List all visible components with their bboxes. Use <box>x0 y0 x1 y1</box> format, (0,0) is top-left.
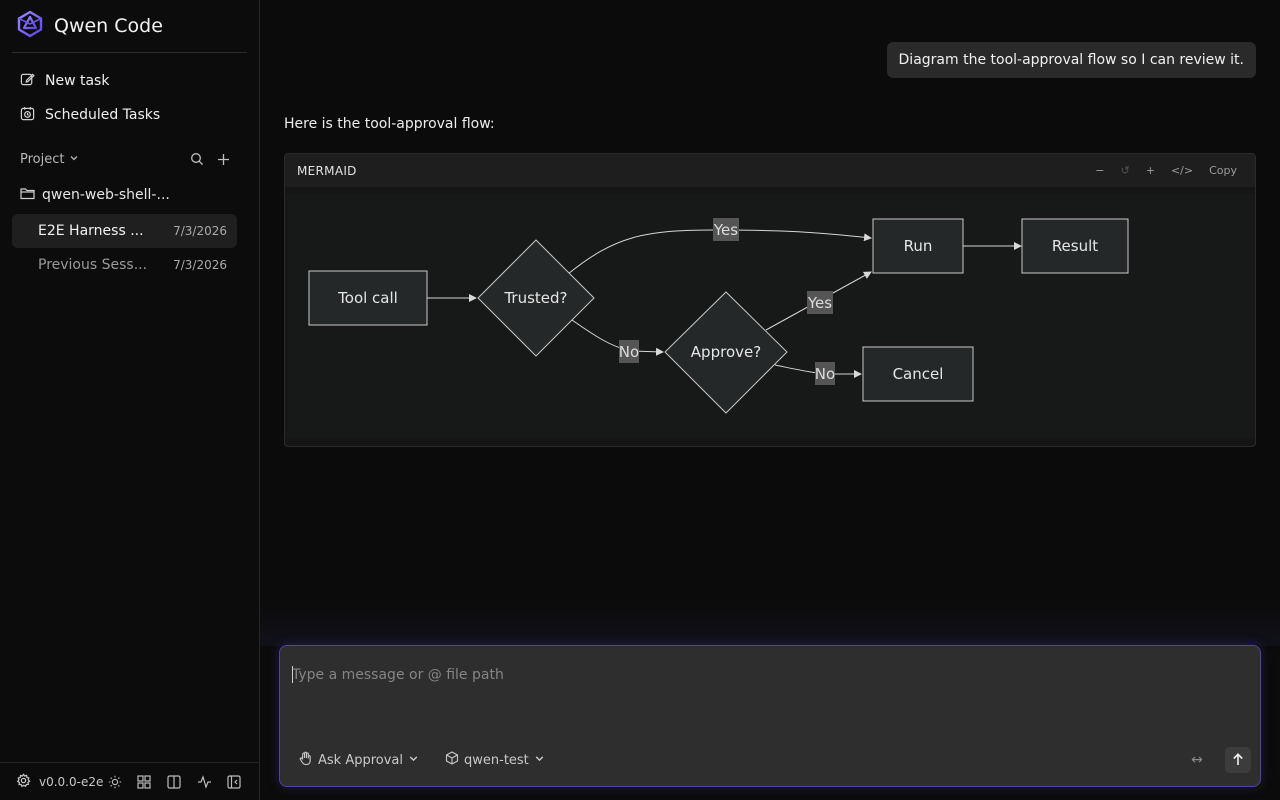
chevron-down-icon <box>69 152 79 167</box>
copy-button[interactable]: Copy <box>1209 164 1237 177</box>
mermaid-code-block: MERMAID − ↺ + </> Copy Tool call Trusted… <box>284 153 1256 447</box>
collapse-sidebar-icon[interactable] <box>225 773 243 791</box>
user-message-text: Diagram the tool-approval flow so I can … <box>898 52 1244 68</box>
theme-sun-icon[interactable] <box>106 773 124 791</box>
app-window: Qwen Code New task Scheduled Tasks Proje… <box>0 0 1280 800</box>
edge-trusted-approve <box>571 319 664 356</box>
search-icon[interactable] <box>184 148 210 170</box>
model-label: qwen-test <box>464 752 529 768</box>
sidebar: Qwen Code New task Scheduled Tasks Proje… <box>0 0 260 800</box>
divider <box>0 762 259 763</box>
split-view-icon[interactable] <box>165 773 183 791</box>
divider <box>12 52 247 53</box>
activity-icon[interactable] <box>195 773 213 791</box>
diagram-canvas: Tool call Trusted? Approve? Run Result C… <box>285 194 1255 438</box>
chevron-down-icon <box>408 753 419 768</box>
session-item[interactable]: Previous Sess... 7/3/2026 <box>12 248 237 282</box>
view-source-button[interactable]: </> <box>1171 164 1193 177</box>
send-button[interactable] <box>1225 747 1251 773</box>
cube-icon <box>445 751 459 769</box>
zoom-out-button[interactable]: − <box>1095 164 1104 177</box>
session-title: E2E Harness ... <box>38 223 144 239</box>
folder-name: qwen-web-shell-... <box>42 187 170 203</box>
project-label: Project <box>20 151 65 167</box>
node-label: Cancel <box>893 365 944 383</box>
user-message: Diagram the tool-approval flow so I can … <box>886 42 1256 78</box>
text-caret <box>292 666 293 683</box>
brand[interactable]: Qwen Code <box>16 10 163 42</box>
project-dropdown[interactable]: Project <box>20 152 79 167</box>
folder-icon <box>20 186 35 204</box>
session-date: 7/3/2026 <box>173 224 227 238</box>
message-input[interactable] <box>292 664 1192 686</box>
project-folder[interactable]: qwen-web-shell-... <box>12 182 236 208</box>
new-task-button[interactable]: New task <box>12 66 236 96</box>
approval-mode-label: Ask Approval <box>318 752 404 768</box>
approval-mode-dropdown[interactable]: Ask Approval <box>298 749 419 771</box>
edge-label: Yes <box>807 294 832 312</box>
assistant-message: Here is the tool-approval flow: <box>284 116 495 132</box>
chat-panel: Diagram the tool-approval flow so I can … <box>260 0 1280 800</box>
qwen-logo-icon <box>16 10 44 42</box>
node-label: Trusted? <box>503 289 567 307</box>
scheduled-tasks-label: Scheduled Tasks <box>45 107 161 123</box>
arrow-up-icon <box>1232 751 1244 770</box>
add-project-icon[interactable] <box>210 148 236 170</box>
flowchart-svg: Tool call Trusted? Approve? Run Result C… <box>308 218 1129 414</box>
node-label: Approve? <box>691 343 761 361</box>
node-label: Tool call <box>337 289 398 307</box>
project-section-header: Project <box>12 148 236 170</box>
scheduled-clock-icon <box>20 106 35 125</box>
reset-zoom-button[interactable]: ↺ <box>1121 164 1130 177</box>
edge-label: Yes <box>713 221 738 239</box>
edit-icon <box>20 72 35 91</box>
scheduled-tasks-button[interactable]: Scheduled Tasks <box>12 100 236 130</box>
edge-label: No <box>815 365 835 383</box>
zoom-in-button[interactable]: + <box>1146 164 1155 177</box>
sidebar-toolbar <box>0 771 260 793</box>
hand-icon <box>298 751 313 770</box>
edge-label: No <box>619 343 639 361</box>
session-item[interactable]: E2E Harness ... 7/3/2026 <box>12 214 237 248</box>
node-label: Run <box>904 237 933 255</box>
composer-fade <box>260 596 1280 646</box>
new-task-label: New task <box>45 73 110 89</box>
code-language-label: MERMAID <box>297 163 357 178</box>
diagram-toolbar: − ↺ + </> Copy <box>1079 154 1237 187</box>
expand-composer-icon[interactable]: ↔ <box>1186 749 1208 771</box>
message-composer: Ask Approval qwen-test ↔ <box>279 645 1261 787</box>
session-title: Previous Sess... <box>38 257 148 273</box>
chevron-down-icon <box>534 753 545 768</box>
app-title: Qwen Code <box>54 15 163 37</box>
session-date: 7/3/2026 <box>173 258 227 272</box>
node-label: Result <box>1052 237 1098 255</box>
model-selector[interactable]: qwen-test <box>445 749 545 771</box>
grid-layout-icon[interactable] <box>135 773 153 791</box>
